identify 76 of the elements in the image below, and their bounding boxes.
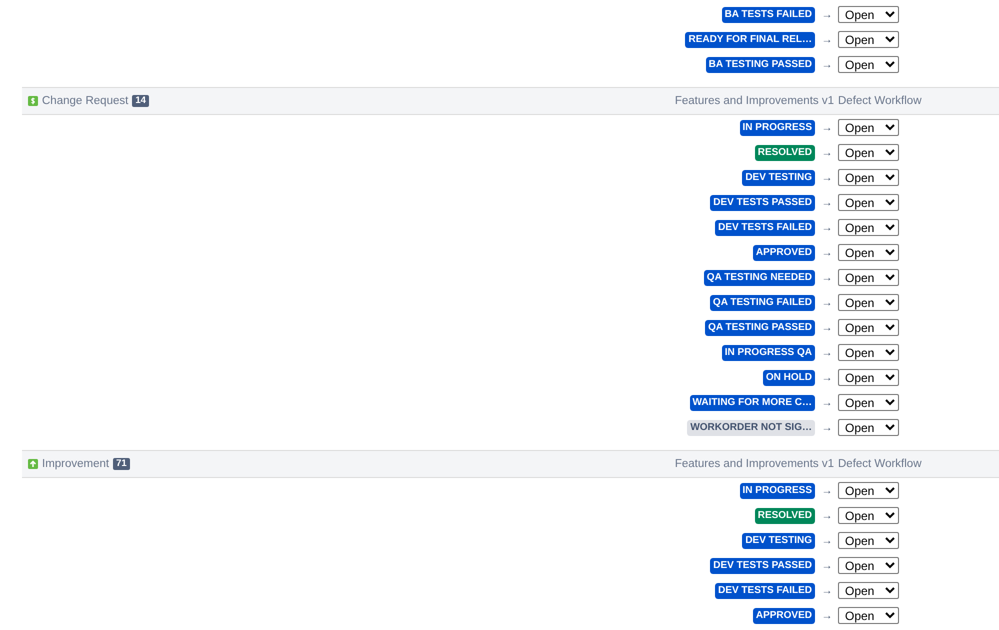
status-select[interactable]: Open [838,169,899,186]
issue-type-name: Improvement [42,458,110,470]
mapping-arrow: → [822,296,832,308]
status-select[interactable]: Open [838,507,899,524]
status-lozenge: QA TESTING PASSED [705,320,815,336]
mapping-arrow: → [822,534,832,546]
status-lozenge: DEV TESTS FAILED [715,582,815,598]
status-lozenge: QA TESTING FAILED [710,294,815,310]
status-lozenge: ON HOLD [762,370,815,386]
dollar-icon [28,96,38,106]
mapping-arrow: → [822,322,832,334]
status-lozenge: IN PROGRESS QA [722,344,815,360]
status-select[interactable]: Open [838,344,899,361]
issue-count-badge: 14 [132,95,149,107]
status-lozenge: APPROVED [752,608,815,624]
status-select[interactable]: Open [838,419,899,436]
target-workflow-name: Defect Workflow [838,95,923,107]
status-select[interactable]: Open [838,119,899,136]
status-lozenge: RESOLVED [754,508,815,524]
mapping-arrow: → [822,172,832,184]
status-select[interactable]: Open [838,319,899,336]
status-select[interactable]: Open [838,394,899,411]
status-lozenge: DEV TESTS PASSED [710,558,815,574]
source-workflow-name: Features and Improvements v1 [674,458,834,470]
mapping-arrow: → [822,510,832,522]
mapping-arrow: → [822,272,832,284]
status-select[interactable]: Open [838,482,899,499]
status-lozenge: BA TESTING PASSED [706,56,815,72]
status-lozenge: IN PROGRESS [740,120,815,136]
status-select[interactable]: Open [838,607,899,624]
issue-type-name: Change Request [42,95,128,107]
arrow-up-icon [28,459,38,469]
status-select[interactable]: Open [838,219,899,236]
status-select[interactable]: Open [838,56,899,73]
status-lozenge: WORKORDER NOT SIG… [687,420,815,436]
mapping-arrow: → [822,484,832,496]
target-workflow-name: Defect Workflow [838,458,923,470]
status-lozenge: DEV TESTS FAILED [715,220,815,236]
status-lozenge: RESOLVED [754,144,815,160]
mapping-arrow: → [822,222,832,234]
status-lozenge: DEV TESTS PASSED [710,194,815,210]
status-select[interactable]: Open [838,294,899,311]
status-select[interactable]: Open [838,532,899,549]
status-lozenge: QA TESTING NEEDED [704,270,815,286]
status-select[interactable]: Open [838,369,899,386]
status-lozenge: APPROVED [752,244,815,260]
mapping-arrow: → [822,34,832,46]
status-select[interactable]: Open [838,269,899,286]
status-lozenge: WAITING FOR MORE C… [690,394,815,410]
status-select[interactable]: Open [838,582,899,599]
status-lozenge: BA TESTS FAILED [722,6,815,22]
mapping-arrow: → [822,246,832,258]
mapping-arrow: → [822,372,832,384]
mapping-arrow: → [822,346,832,358]
mapping-arrow: → [822,610,832,622]
status-select[interactable]: Open [838,6,899,23]
status-lozenge: IN PROGRESS [740,482,815,498]
mapping-arrow: → [822,396,832,408]
status-select[interactable]: Open [838,194,899,211]
mapping-arrow: → [822,560,832,572]
status-lozenge: DEV TESTING [742,170,815,186]
mapping-arrow: → [822,422,832,434]
status-select[interactable]: Open [838,557,899,574]
mapping-arrow: → [822,122,832,134]
mapping-arrow: → [822,584,832,596]
mapping-arrow: → [822,58,832,70]
status-select[interactable]: Open [838,31,899,48]
source-workflow-name: Features and Improvements v1 [674,95,834,107]
mapping-arrow: → [822,196,832,208]
issue-count-badge: 71 [113,458,130,470]
mapping-arrow: → [822,8,832,20]
status-select[interactable]: Open [838,244,899,261]
status-lozenge: READY FOR FINAL REL… [685,32,815,48]
mapping-arrow: → [822,146,832,158]
status-lozenge: DEV TESTING [742,532,815,548]
status-select[interactable]: Open [838,144,899,161]
